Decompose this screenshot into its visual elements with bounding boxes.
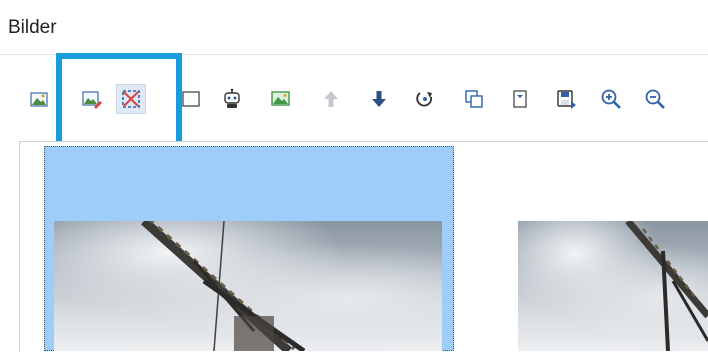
arrow-down-icon bbox=[372, 91, 386, 107]
image-toolbar bbox=[0, 84, 708, 116]
document-button[interactable] bbox=[505, 84, 535, 114]
image-adjust-button[interactable] bbox=[266, 84, 296, 114]
zoom-out-icon bbox=[645, 89, 665, 109]
crop-image-button[interactable] bbox=[116, 84, 146, 114]
edit-image-button[interactable] bbox=[77, 84, 107, 114]
crop-image-icon bbox=[122, 90, 140, 108]
image-thumbnail[interactable] bbox=[54, 221, 442, 351]
zoom-in-button[interactable] bbox=[596, 84, 626, 114]
document-icon bbox=[513, 90, 527, 108]
rotate-button[interactable] bbox=[410, 84, 440, 114]
zoom-in-icon bbox=[601, 89, 621, 109]
zoom-out-button[interactable] bbox=[640, 84, 670, 114]
frame-icon bbox=[182, 91, 200, 107]
save-image-button[interactable] bbox=[551, 84, 581, 114]
rotate-icon bbox=[416, 92, 433, 107]
robot-button[interactable] bbox=[217, 84, 247, 114]
robot-icon bbox=[224, 88, 240, 108]
image-adjust-icon bbox=[271, 91, 290, 106]
move-down-button[interactable] bbox=[364, 84, 394, 114]
tab-bilder[interactable]: Bilder bbox=[8, 17, 57, 39]
copy-button[interactable] bbox=[459, 84, 489, 114]
crane-photo bbox=[140, 221, 306, 351]
save-image-icon bbox=[557, 90, 576, 109]
move-up-button[interactable] bbox=[316, 84, 346, 114]
copy-icon bbox=[465, 90, 483, 108]
frame-button[interactable] bbox=[176, 84, 206, 114]
image-thumbnail[interactable] bbox=[518, 221, 708, 351]
edit-image-icon bbox=[82, 91, 102, 109]
crane-photo bbox=[625, 221, 708, 351]
arrow-up-icon bbox=[324, 91, 338, 107]
insert-image-icon bbox=[30, 92, 48, 107]
insert-image-button[interactable] bbox=[25, 84, 55, 114]
